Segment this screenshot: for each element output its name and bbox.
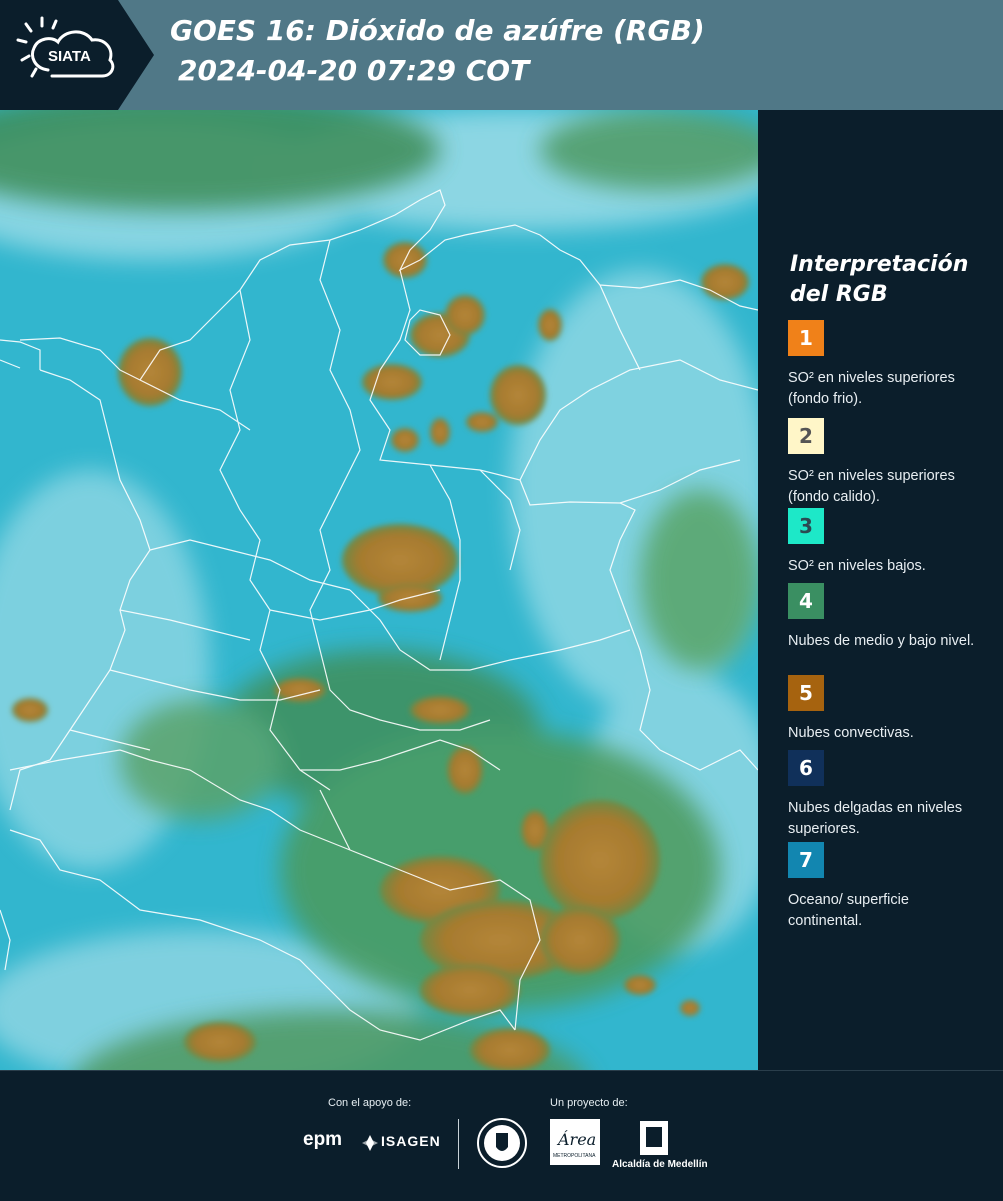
legend-label-6: Nubes delgadas en niveles superiores. <box>788 800 963 837</box>
legend-item-3: 3 SO² en niveles bajos. <box>788 508 993 577</box>
legend-swatch-2: 2 <box>788 418 824 454</box>
legend-swatch-4: 4 <box>788 583 824 619</box>
legend-swatch-1: 1 <box>788 320 824 356</box>
area-metropolitana-logo: Área METROPOLITANA <box>550 1119 600 1165</box>
alcaldia-text: Alcaldía de Medellín <box>612 1159 708 1170</box>
siata-logo: SIATA <box>16 16 115 78</box>
legend-item-4: 4 Nubes de medio y bajo nivel. <box>788 583 993 652</box>
legend-label-1: SO² en niveles superiores (fondo frio). <box>788 370 955 407</box>
legend-item-7: 7 Oceano/ superficie continental. <box>788 842 993 932</box>
legend-swatch-6: 6 <box>788 750 824 786</box>
legend-item-2: 2 SO² en niveles superiores (fondo calid… <box>788 418 993 508</box>
sponsor-caption: Con el apoyo de: <box>328 1097 412 1109</box>
legend-label-7: Oceano/ superficie continental. <box>788 892 909 929</box>
legend-label-4: Nubes de medio y bajo nivel. <box>788 633 975 649</box>
legend-item-5: 5 Nubes convectivas. <box>788 675 993 744</box>
footer-divider <box>458 1119 459 1169</box>
legend-panel: Interpretación del RGB 1 SO² en niveles … <box>758 110 1003 1070</box>
project-caption: Un proyecto de: <box>550 1097 628 1109</box>
legend-label-5: Nubes convectivas. <box>788 725 914 741</box>
alcaldia-shield-icon <box>640 1121 668 1155</box>
legend-title: Interpretación del RGB <box>790 252 969 307</box>
legend-swatch-3: 3 <box>788 508 824 544</box>
isagen-logo: ISAGEN <box>381 1133 441 1149</box>
satellite-image <box>0 110 758 1070</box>
legend-swatch-7: 7 <box>788 842 824 878</box>
medellin-seal-icon <box>477 1118 527 1168</box>
siata-logo-text: SIATA <box>48 48 91 65</box>
page-timestamp: 2024-04-20 07:29 COT <box>178 54 530 87</box>
header: SIATA GOES 16: Dióxido de azúfre (RGB) 2… <box>0 0 1003 110</box>
area-logo-title: Área <box>556 1129 596 1149</box>
legend-item-6: 6 Nubes delgadas en niveles superiores. <box>788 750 993 840</box>
satellite-map <box>0 110 758 1070</box>
legend-label-2: SO² en niveles superiores (fondo calido)… <box>788 468 955 505</box>
epm-logo: epm <box>303 1129 343 1150</box>
footer: Con el apoyo de: Un proyecto de: epm ISA… <box>0 1070 1003 1201</box>
legend-label-3: SO² en niveles bajos. <box>788 558 926 574</box>
area-logo-subtitle: METROPOLITANA <box>553 1153 596 1159</box>
legend-swatch-5: 5 <box>788 675 824 711</box>
isagen-icon <box>362 1135 378 1151</box>
legend-item-1: 1 SO² en niveles superiores (fondo frio)… <box>788 320 993 410</box>
page-title: GOES 16: Dióxido de azúfre (RGB) <box>170 14 705 47</box>
